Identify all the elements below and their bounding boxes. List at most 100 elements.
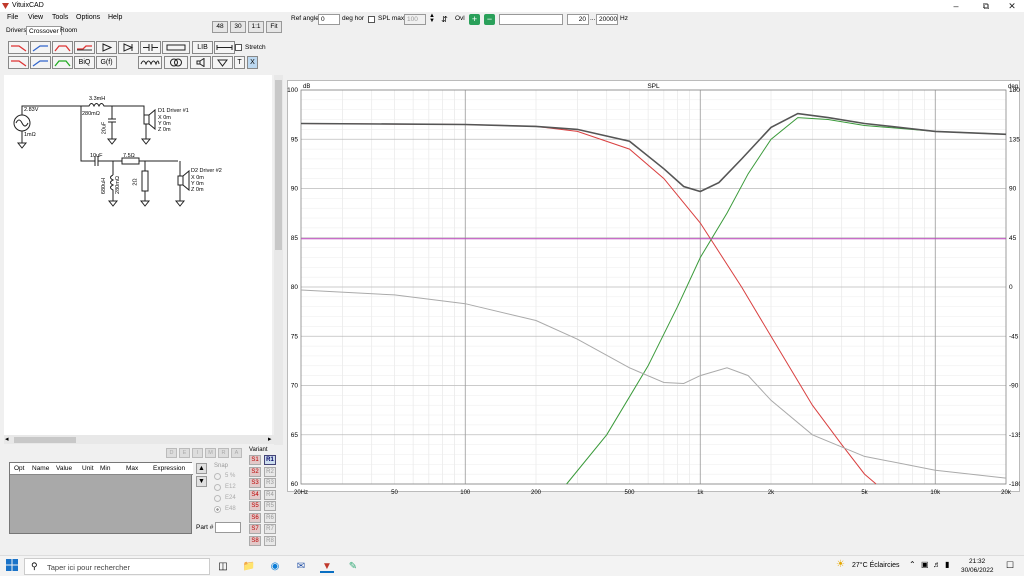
ref-angle-input[interactable]: 0 xyxy=(318,14,340,25)
outlook-icon[interactable]: ✉ xyxy=(294,560,308,573)
param-i-button[interactable]: I xyxy=(192,448,203,458)
biquad-button[interactable]: BiQ xyxy=(74,56,95,69)
minimize-button[interactable]: – xyxy=(944,0,968,12)
variant-r2-button[interactable]: R2 xyxy=(264,466,276,477)
zoom-30-button[interactable]: 30 xyxy=(230,21,246,33)
clock-date[interactable]: 30/06/2022 xyxy=(961,567,994,574)
taskbar-search-box[interactable]: ⚲ Taper ici pour rechercher xyxy=(24,558,210,575)
maximize-button[interactable]: ⧉ xyxy=(974,0,998,12)
snap-e12-radio[interactable] xyxy=(214,484,221,491)
clock-time[interactable]: 21:32 xyxy=(969,558,985,565)
highpass2-filter-button[interactable] xyxy=(30,56,51,69)
weather-text[interactable]: 27°C Éclaircies xyxy=(852,562,900,569)
variant-r5-button[interactable]: R5 xyxy=(264,501,276,511)
spl-max-spinner[interactable]: ▲ ▼ xyxy=(428,13,436,25)
variant-s6-button[interactable]: S6 xyxy=(249,512,261,523)
ground-button[interactable] xyxy=(212,56,233,69)
variant-s4-button[interactable]: S4 xyxy=(249,489,261,500)
variant-s3-button[interactable]: S3 xyxy=(249,478,261,488)
lowpass2-filter-button[interactable] xyxy=(8,56,29,69)
bandpass-filter-button[interactable] xyxy=(52,41,73,54)
vituixcad-taskbar-icon[interactable]: ▼ xyxy=(320,560,334,573)
library-button[interactable]: LIB xyxy=(192,41,213,54)
param-a-button[interactable]: A xyxy=(231,448,242,458)
battery-icon[interactable]: ▮ xyxy=(945,560,949,569)
file-explorer-icon[interactable]: 📁 xyxy=(242,560,256,573)
tab-crossover[interactable]: Crossover xyxy=(26,26,62,35)
param-r-button[interactable]: R xyxy=(218,448,229,458)
buffer-button[interactable] xyxy=(96,41,117,54)
zoom-1-1-button[interactable]: 1:1 xyxy=(248,21,264,33)
snap-e48-radio[interactable] xyxy=(214,506,221,513)
variant-s1-button[interactable]: S1 xyxy=(249,455,261,465)
variant-s7-button[interactable]: S7 xyxy=(249,524,261,534)
stretch-checkbox[interactable] xyxy=(235,44,242,51)
variant-r3-button[interactable]: R3 xyxy=(264,478,276,488)
variant-r8-button[interactable]: R8 xyxy=(264,535,276,546)
lowpass-filter-button[interactable] xyxy=(8,41,29,54)
parameter-table[interactable]: Opt Name Value Unit Min Max Expression xyxy=(9,462,193,534)
variant-r7-button[interactable]: R7 xyxy=(264,524,276,534)
shelving-filter-button[interactable] xyxy=(74,41,95,54)
transformer-button[interactable] xyxy=(164,56,188,69)
move-up-button[interactable]: ▲ xyxy=(196,463,207,474)
variant-s2-button[interactable]: S2 xyxy=(249,466,261,477)
variant-s5-button[interactable]: S5 xyxy=(249,501,261,511)
x-button[interactable]: X xyxy=(247,56,258,69)
close-button[interactable]: ✕ xyxy=(1000,0,1024,12)
move-down-button[interactable]: ▼ xyxy=(196,476,207,487)
schematic-canvas[interactable]: 2.83V 1mΩ 3.3mH 280mΩ 20uF D1 Driver #1 … xyxy=(4,75,272,435)
zoom-fit-button[interactable]: Fit xyxy=(266,21,282,33)
wire-button[interactable] xyxy=(214,41,235,54)
remove-overlay-button[interactable]: − xyxy=(484,14,495,25)
tab-drivers[interactable]: Drivers xyxy=(4,26,29,35)
task-view-icon[interactable]: ◫ xyxy=(216,560,230,573)
menu-tools[interactable]: Tools xyxy=(52,14,68,21)
variant-r1-button[interactable]: R1 xyxy=(264,455,276,465)
variant-r6-button[interactable]: R6 xyxy=(264,512,276,523)
param-m-button[interactable]: M xyxy=(205,448,216,458)
overlay-name-input[interactable] xyxy=(499,14,563,25)
volume-icon[interactable]: ♬ xyxy=(933,560,941,569)
source-voltage-label: 2.83V xyxy=(24,107,39,113)
tab-room[interactable]: Room xyxy=(58,26,79,35)
zoom-48-button[interactable]: 48 xyxy=(212,21,228,33)
menu-options[interactable]: Options xyxy=(76,14,100,21)
variant-s8-button[interactable]: S8 xyxy=(249,535,261,546)
add-overlay-button[interactable]: + xyxy=(469,14,480,25)
horizontal-scroll-thumb[interactable] xyxy=(14,437,76,443)
edge-browser-icon[interactable]: ◉ xyxy=(268,560,282,573)
driver-button[interactable] xyxy=(190,56,211,69)
part-number-input[interactable] xyxy=(215,522,241,533)
notifications-icon[interactable]: ☐ xyxy=(1006,560,1014,571)
menu-help[interactable]: Help xyxy=(108,14,122,21)
highpass-filter-button[interactable] xyxy=(30,41,51,54)
windows-start-icon[interactable] xyxy=(5,559,19,572)
vertical-scroll-thumb[interactable] xyxy=(275,80,282,250)
param-e-button[interactable]: E xyxy=(179,448,190,458)
spl-max-input[interactable]: 100 xyxy=(404,14,426,25)
scroll-right-arrow[interactable]: ▸ xyxy=(268,435,272,443)
network-icon[interactable]: ▣ xyxy=(921,560,929,569)
spl-max-checkbox[interactable] xyxy=(368,16,375,23)
variant-r4-button[interactable]: R4 xyxy=(264,489,276,500)
tray-chevron-icon[interactable]: ⌃ xyxy=(909,560,916,569)
freq-max-input[interactable]: 20000 xyxy=(596,14,618,25)
param-d-button[interactable]: D xyxy=(166,448,177,458)
inductor-button[interactable] xyxy=(138,56,162,69)
sort-icon[interactable]: ⇵ xyxy=(440,14,449,25)
app-taskbar-icon[interactable]: ✎ xyxy=(346,560,360,573)
transfer-function-button[interactable]: G(f) xyxy=(96,56,117,69)
bandpass2-filter-button[interactable] xyxy=(52,56,73,69)
menu-view[interactable]: View xyxy=(28,14,43,21)
t-button[interactable]: T xyxy=(234,56,245,69)
snap-e24-radio[interactable] xyxy=(214,495,221,502)
resistor-button[interactable] xyxy=(162,41,190,54)
menu-file[interactable]: File xyxy=(7,14,18,21)
snap-5pct-radio[interactable] xyxy=(214,473,221,480)
capacitor-button[interactable] xyxy=(140,41,161,54)
freq-min-input[interactable]: 20 xyxy=(567,14,589,25)
snap-5pct-label: 5 % xyxy=(225,473,236,479)
scroll-left-arrow[interactable]: ◂ xyxy=(5,435,9,443)
amplifier-button[interactable] xyxy=(118,41,139,54)
